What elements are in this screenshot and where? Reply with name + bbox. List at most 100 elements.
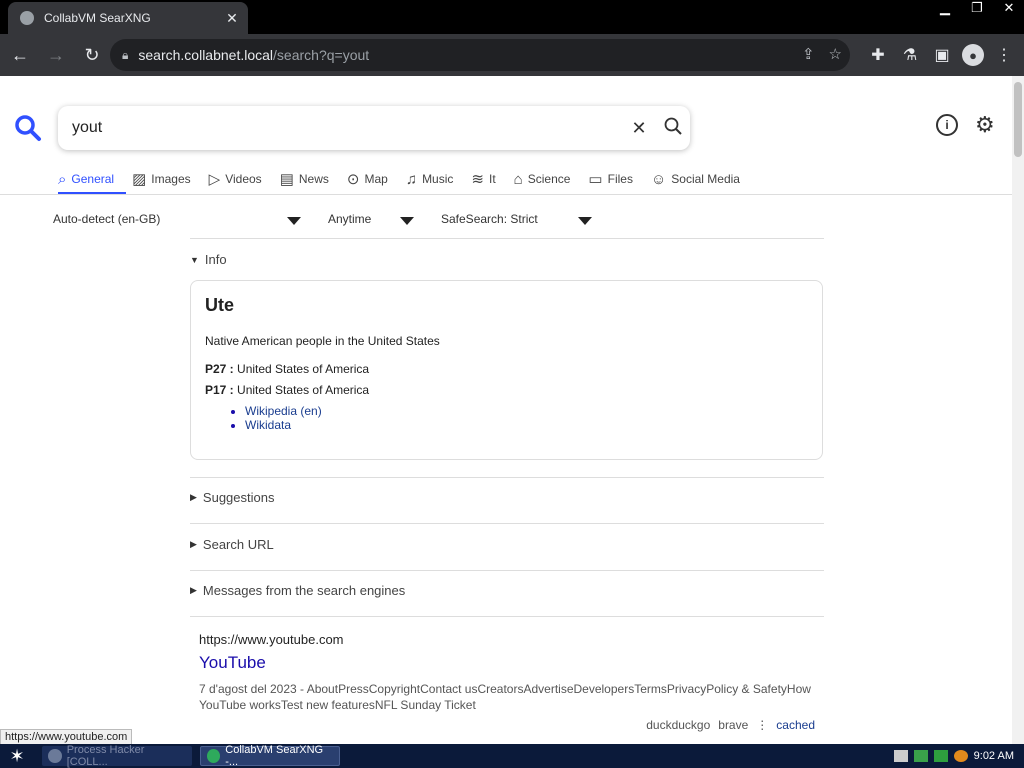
url-path: /search?q=yout	[273, 47, 370, 63]
infobox: Ute Native American people in the United…	[190, 280, 823, 460]
tab-label: Map	[364, 172, 388, 186]
link-item[interactable]: Wikipedia (en)	[245, 404, 808, 418]
keyboard-icon[interactable]	[893, 750, 908, 762]
infobox-property: P17 : United States of America	[205, 383, 808, 397]
result-url[interactable]: https://www.youtube.com	[199, 632, 819, 647]
layers-icon: ≋	[471, 171, 484, 188]
tab-images[interactable]: ▨ Images	[132, 168, 191, 190]
tab-label: Files	[607, 172, 633, 186]
property-key: P27 :	[205, 362, 234, 376]
cached-link[interactable]: cached	[776, 718, 815, 732]
image-icon: ▨	[132, 171, 147, 188]
search-icon: ⌕	[58, 170, 67, 188]
time-chevron-down-icon[interactable]	[400, 217, 414, 225]
language-value: Auto-detect (en-GB)	[53, 212, 161, 226]
tab-it[interactable]: ≋ It	[471, 168, 495, 190]
section-label: Suggestions	[202, 490, 275, 505]
back-icon[interactable]: ←	[4, 39, 36, 71]
search-submit-icon[interactable]	[656, 117, 690, 140]
clear-search-icon[interactable]: ✕	[622, 118, 656, 139]
safesearch-chevron-down-icon[interactable]	[578, 217, 592, 225]
wikidata-link[interactable]: Wikidata	[245, 418, 291, 432]
tab-label: News	[298, 172, 329, 186]
result-engines: duckduckgo brave ⋮ cached	[646, 718, 815, 732]
tab-science[interactable]: ⌂ Science	[514, 168, 571, 190]
start-menu-icon[interactable]: ✶	[0, 744, 34, 768]
share-icon[interactable]: ⇪	[802, 45, 815, 63]
labs-flask-icon[interactable]: ⚗	[898, 39, 922, 71]
engine-messages-toggle[interactable]: ▶ Messages from the search engines	[190, 583, 405, 598]
info-toggle[interactable]: ▼ Info	[190, 252, 227, 267]
wikipedia-link[interactable]: Wikipedia (en)	[245, 404, 322, 418]
safesearch-select[interactable]: SafeSearch: Strict	[441, 212, 538, 226]
property-key: P17 :	[205, 383, 234, 397]
browser-titlebar: CollabVM SearXNG ✕ ▁ ❐ ✕	[0, 0, 1024, 34]
category-tabs: ⌕ General ▨ Images ▷ Videos ▤ News ⊙ Map…	[58, 168, 758, 190]
app-icon	[48, 749, 62, 763]
security-icon[interactable]	[933, 750, 948, 762]
suggestions-toggle[interactable]: ▶ Suggestions	[190, 490, 274, 505]
divider	[0, 194, 1012, 195]
link-item[interactable]: Wikidata	[245, 418, 808, 432]
address-bar[interactable]: 🔒︎ search.collabnet.local /search?q=yout…	[110, 39, 850, 71]
infobox-property: P27 : United States of America	[205, 362, 808, 376]
profile-avatar-icon[interactable]: ●	[962, 44, 984, 66]
browser-tab[interactable]: CollabVM SearXNG ✕	[8, 2, 248, 34]
page-scrollbar[interactable]	[1012, 76, 1024, 744]
about-info-icon[interactable]: i	[936, 114, 958, 136]
extensions-puzzle-icon[interactable]: ✚	[866, 39, 890, 71]
task-label: Process Hacker [COLL...	[66, 744, 145, 768]
divider	[190, 570, 824, 571]
time-range-select[interactable]: Anytime	[328, 212, 371, 226]
lock-icon[interactable]: 🔒︎	[122, 48, 128, 63]
safesearch-value: SafeSearch: Strict	[441, 212, 538, 226]
result-snippet: 7 d'agost del 2023 - AboutPressCopyright…	[199, 682, 811, 712]
search-tray-icon[interactable]	[953, 750, 968, 762]
property-value: United States of America	[237, 362, 370, 376]
search-result: https://www.youtube.com YouTube 7 d'agos…	[199, 632, 819, 732]
network-icon[interactable]	[913, 750, 928, 762]
tab-title: CollabVM SearXNG	[44, 11, 151, 25]
section-label: Info	[204, 252, 227, 267]
search-url-toggle[interactable]: ▶ Search URL	[190, 537, 274, 552]
side-panel-icon[interactable]: ▣	[930, 39, 954, 71]
tab-news[interactable]: ▤ News	[280, 168, 329, 190]
tab-music[interactable]: ♫ Music	[406, 168, 454, 190]
result-title-link[interactable]: YouTube	[199, 653, 819, 673]
tab-label: Science	[527, 172, 571, 186]
taskbar-item-active[interactable]: CollabVM SearXNG -...	[200, 744, 340, 768]
language-chevron-down-icon[interactable]	[287, 217, 301, 225]
scrollbar-thumb[interactable]	[1014, 82, 1022, 157]
forward-icon[interactable]: →	[40, 39, 72, 71]
graduation-icon: ⌂	[513, 170, 523, 188]
people-icon: ☺	[650, 170, 667, 188]
searxng-logo-icon[interactable]	[14, 114, 42, 142]
property-value: United States of America	[237, 383, 370, 397]
menu-kebab-icon[interactable]: ⋮	[992, 39, 1016, 71]
clock[interactable]: 9:02 AM	[974, 750, 1014, 762]
divider	[190, 523, 824, 524]
tab-social-media[interactable]: ☺ Social Media	[651, 168, 740, 190]
tab-map[interactable]: ⊙ Map	[347, 168, 388, 190]
taskbar-item[interactable]: Process Hacker [COLL...	[42, 744, 192, 768]
tab-general[interactable]: ⌕ General	[58, 168, 114, 190]
triangle-right-icon: ▶	[190, 539, 197, 549]
reload-icon[interactable]: ↻	[76, 39, 108, 71]
bookmark-star-icon[interactable]: ☆	[829, 45, 842, 63]
tab-close-icon[interactable]: ✕	[222, 10, 242, 27]
search-filters: Auto-detect (en-GB) Anytime SafeSearch: …	[0, 212, 1012, 234]
restore-icon[interactable]: ❐	[962, 0, 992, 18]
search-input[interactable]: yout	[72, 119, 622, 137]
tab-files[interactable]: ▭ Files	[588, 168, 633, 190]
map-pin-icon: ⊙	[346, 171, 360, 188]
tab-label: Music	[422, 172, 454, 186]
engine-label: duckduckgo	[646, 718, 711, 732]
archive-icon: ▭	[588, 171, 603, 188]
minimize-icon[interactable]: ▁	[930, 0, 960, 18]
divider	[190, 616, 824, 617]
close-window-icon[interactable]: ✕	[994, 0, 1024, 18]
settings-gear-icon[interactable]: ⚙	[975, 112, 995, 138]
tab-videos[interactable]: ▷ Videos	[209, 168, 262, 190]
search-box[interactable]: yout ✕	[58, 106, 690, 150]
language-select[interactable]: Auto-detect (en-GB)	[53, 212, 160, 226]
